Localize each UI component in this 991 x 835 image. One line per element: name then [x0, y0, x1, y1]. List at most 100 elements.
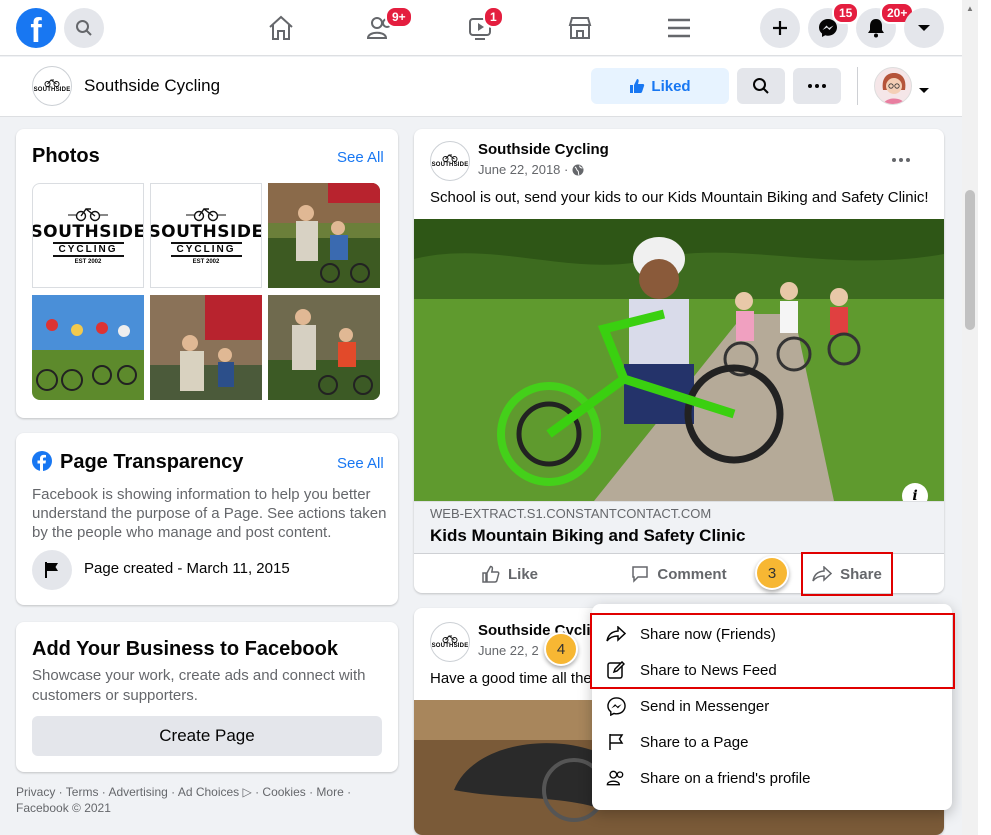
- menu-item-label: Share to a Page: [640, 733, 749, 751]
- footer-links[interactable]: Privacy · Terms · Advertising · Ad Choic…: [16, 784, 396, 800]
- bicycle-icon: [44, 79, 60, 87]
- store-opening-photo: [268, 183, 380, 288]
- logo-est-text: EST 2002: [192, 259, 220, 265]
- user-avatar-icon: [882, 73, 906, 104]
- logo-brand-text: SOUTHSIDE: [32, 222, 144, 242]
- transparency-title: Page Transparency: [60, 451, 244, 473]
- page-header-bar: SOUTHSIDE Southside Cycling Liked: [0, 57, 962, 117]
- divider: [857, 67, 858, 105]
- photo-thumbnail[interactable]: [268, 183, 380, 288]
- logo-est-text: EST 2002: [74, 259, 102, 265]
- comment-icon: [632, 566, 649, 583]
- page-created-text: Page created - March 11, 2015: [84, 560, 290, 577]
- photo-thumbnail[interactable]: [150, 295, 262, 400]
- menu-highlight-box: [590, 613, 955, 689]
- photos-title: Photos: [32, 145, 100, 167]
- scrollbar[interactable]: ▲: [962, 0, 978, 835]
- profile-avatar[interactable]: [874, 67, 912, 105]
- hamburger-menu-icon: [668, 18, 690, 38]
- logo-sub-text: CYCLING: [170, 242, 242, 257]
- nav-watch[interactable]: 1: [453, 6, 509, 48]
- scroll-up-arrow-icon[interactable]: ▲: [966, 4, 974, 13]
- family-biking-photo: [32, 295, 144, 400]
- link-title: Kids Mountain Biking and Safety Clinic: [430, 526, 746, 545]
- home-icon: [269, 15, 293, 40]
- liked-button[interactable]: Liked: [591, 68, 729, 104]
- scrollbar-thumb[interactable]: [965, 190, 975, 330]
- watch-badge: 1: [483, 6, 504, 28]
- add-business-card: Add Your Business to Facebook Showcase y…: [16, 622, 398, 772]
- like-button[interactable]: Like: [430, 558, 590, 590]
- menu-item-label: Send in Messenger: [640, 697, 770, 715]
- photos-card: Photos See All SOUTHSIDE CYCLING EST 200…: [16, 129, 398, 418]
- menu-item-send-in-messenger[interactable]: Send in Messenger: [592, 688, 952, 724]
- photo-thumbnail[interactable]: [32, 295, 144, 400]
- logo-sub-text: CYCLING: [52, 242, 124, 257]
- post-date[interactable]: June 22, 2018 ·: [478, 162, 568, 177]
- comment-button[interactable]: Comment: [609, 558, 749, 590]
- facebook-circle-icon: [32, 451, 52, 471]
- page-search-button[interactable]: [737, 68, 785, 104]
- search-button[interactable]: [64, 8, 104, 48]
- post-options-button[interactable]: [892, 149, 910, 167]
- logo-brand-text: SOUTHSIDE: [150, 222, 262, 242]
- transparency-see-all-link[interactable]: See All: [337, 455, 384, 472]
- messenger-button[interactable]: 15: [808, 2, 860, 48]
- avatar-brand-text: SOUTHSIDE: [33, 87, 71, 93]
- page-name[interactable]: Southside Cycling: [84, 76, 220, 96]
- post-meta: June 22, 2018 ·: [478, 162, 584, 177]
- thumbs-up-outline-icon: [482, 565, 500, 583]
- nav-menu[interactable]: [651, 8, 707, 48]
- menu-item-label: Share on a friend's profile: [640, 769, 811, 787]
- bicycle-icon: [68, 207, 108, 222]
- create-page-button[interactable]: Create Page: [32, 716, 382, 756]
- notifications-button[interactable]: 20+: [856, 2, 915, 48]
- globe-icon: [572, 164, 584, 175]
- business-title: Add Your Business to Facebook: [32, 638, 338, 660]
- account-menu-button[interactable]: [904, 8, 944, 48]
- comment-label: Comment: [657, 565, 727, 583]
- window-edge: [978, 0, 991, 835]
- photo-thumbnail[interactable]: SOUTHSIDE CYCLING EST 2002: [32, 183, 144, 288]
- photo-thumbnail[interactable]: [268, 295, 380, 400]
- messenger-badge: 15: [832, 2, 860, 24]
- search-icon: [753, 78, 769, 94]
- thumbs-up-icon: [630, 79, 645, 93]
- facebook-logo-icon[interactable]: f: [16, 8, 56, 48]
- transparency-description: Facebook is showing information to help …: [32, 486, 387, 541]
- post-date[interactable]: June 22, 2: [478, 643, 539, 658]
- post-text: School is out, send your kids to our Kid…: [430, 189, 929, 206]
- friends-icon: [606, 770, 624, 786]
- nav-friends[interactable]: 9+: [353, 6, 413, 48]
- nav-home[interactable]: [253, 8, 309, 48]
- menu-item-share-to-page[interactable]: Share to a Page: [592, 724, 952, 760]
- nav-marketplace[interactable]: [552, 8, 608, 48]
- footer-copyright: Facebook © 2021: [16, 801, 111, 815]
- flag-icon-container: [32, 550, 72, 590]
- bicycle-icon: [442, 635, 458, 643]
- step-3-callout: 3: [755, 556, 789, 590]
- store-location-photo: [150, 295, 262, 400]
- post-author-name[interactable]: Southside Cycling: [478, 141, 609, 158]
- step-4-callout: 4: [544, 632, 578, 666]
- search-icon: [76, 20, 92, 36]
- menu-item-share-on-friend-profile[interactable]: Share on a friend's profile: [592, 760, 952, 796]
- avatar-brand-text: SOUTHSIDE: [431, 643, 469, 649]
- avatar-brand-text: SOUTHSIDE: [431, 162, 469, 168]
- page-avatar[interactable]: SOUTHSIDE: [32, 66, 72, 106]
- more-dots-icon: [892, 158, 910, 162]
- marketplace-icon: [568, 17, 592, 39]
- post-author-avatar[interactable]: SOUTHSIDE: [430, 141, 470, 181]
- create-button[interactable]: [760, 8, 800, 48]
- post-text: Have a good time all the: [430, 670, 592, 687]
- post-card: SOUTHSIDE Southside Cycling June 22, 201…: [414, 129, 944, 593]
- link-preview-footer[interactable]: WEB-EXTRACT.S1.CONSTANTCONTACT.COM Kids …: [414, 501, 944, 553]
- profile-caret[interactable]: [918, 82, 930, 100]
- post-link-image[interactable]: i: [414, 219, 944, 501]
- plus-icon: [773, 21, 787, 35]
- bicycle-icon: [442, 154, 458, 162]
- photo-thumbnail[interactable]: SOUTHSIDE CYCLING EST 2002: [150, 183, 262, 288]
- page-more-button[interactable]: [793, 68, 841, 104]
- photos-see-all-link[interactable]: See All: [337, 149, 384, 166]
- post-author-avatar[interactable]: SOUTHSIDE: [430, 622, 470, 662]
